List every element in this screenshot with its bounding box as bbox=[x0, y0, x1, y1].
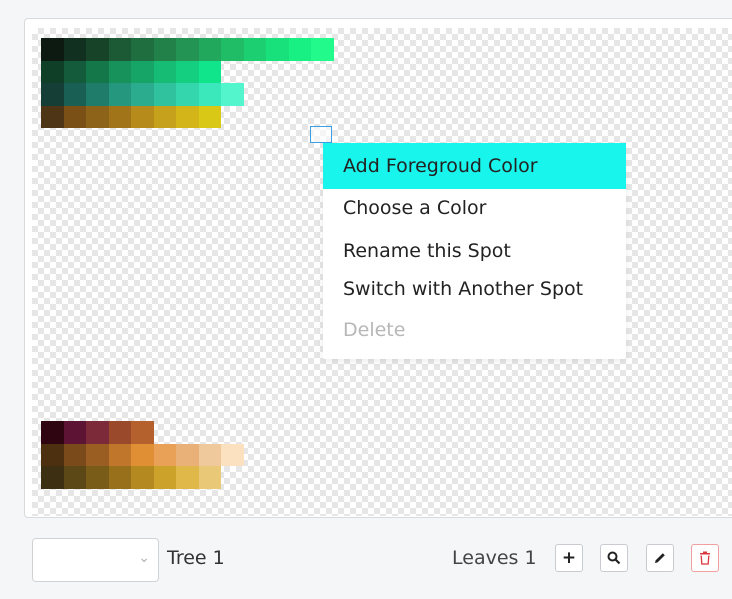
color-swatch[interactable] bbox=[311, 38, 334, 61]
color-swatch[interactable] bbox=[108, 105, 131, 128]
search-icon bbox=[607, 551, 621, 565]
edit-button[interactable] bbox=[646, 544, 674, 572]
color-swatch[interactable] bbox=[108, 466, 131, 489]
swatch-bottom-row bbox=[41, 421, 244, 444]
search-button[interactable] bbox=[600, 544, 628, 572]
color-swatch[interactable] bbox=[63, 466, 86, 489]
color-swatch[interactable] bbox=[176, 105, 199, 128]
color-swatch[interactable] bbox=[266, 38, 289, 61]
color-swatch[interactable] bbox=[63, 38, 86, 61]
tree-select[interactable]: ⌄ bbox=[32, 538, 159, 582]
color-swatch[interactable] bbox=[41, 443, 64, 466]
color-swatch[interactable] bbox=[108, 83, 131, 106]
color-swatch[interactable] bbox=[86, 60, 109, 83]
menu-item-add-foreground-color[interactable]: Add Foregroud Color bbox=[323, 143, 626, 189]
tree-label: Tree 1 bbox=[167, 547, 225, 569]
add-button[interactable]: + bbox=[555, 544, 583, 572]
color-swatch[interactable] bbox=[198, 105, 221, 128]
color-swatch[interactable] bbox=[108, 60, 131, 83]
plus-icon: + bbox=[561, 548, 577, 568]
delete-button[interactable] bbox=[691, 544, 719, 572]
swatch-group-top bbox=[41, 38, 334, 128]
color-swatch[interactable] bbox=[243, 38, 266, 61]
color-swatch[interactable] bbox=[153, 60, 176, 83]
color-swatch[interactable] bbox=[131, 421, 154, 444]
leaves-label: Leaves 1 bbox=[452, 547, 537, 569]
swatch-top-row bbox=[41, 83, 334, 106]
swatch-top-row bbox=[41, 60, 334, 83]
chevron-down-icon: ⌄ bbox=[138, 550, 150, 566]
color-swatch[interactable] bbox=[221, 443, 244, 466]
color-swatch[interactable] bbox=[86, 443, 109, 466]
color-swatch[interactable] bbox=[176, 83, 199, 106]
swatch-bottom-row bbox=[41, 443, 244, 466]
color-swatch[interactable] bbox=[41, 38, 64, 61]
color-swatch[interactable] bbox=[63, 443, 86, 466]
color-swatch[interactable] bbox=[131, 38, 154, 61]
color-swatch[interactable] bbox=[153, 83, 176, 106]
color-swatch[interactable] bbox=[131, 83, 154, 106]
color-swatch[interactable] bbox=[63, 421, 86, 444]
color-swatch[interactable] bbox=[131, 60, 154, 83]
selected-spot[interactable] bbox=[310, 126, 332, 143]
color-swatch[interactable] bbox=[86, 83, 109, 106]
color-swatch[interactable] bbox=[131, 443, 154, 466]
color-swatch[interactable] bbox=[63, 105, 86, 128]
color-swatch[interactable] bbox=[153, 443, 176, 466]
swatch-group-bottom bbox=[41, 421, 244, 489]
color-swatch[interactable] bbox=[288, 38, 311, 61]
color-swatch[interactable] bbox=[198, 443, 221, 466]
color-swatch[interactable] bbox=[86, 38, 109, 61]
swatch-bottom-row bbox=[41, 466, 244, 489]
menu-item-choose-color[interactable]: Choose a Color bbox=[323, 185, 626, 231]
color-swatch[interactable] bbox=[198, 60, 221, 83]
color-swatch[interactable] bbox=[108, 38, 131, 61]
color-swatch[interactable] bbox=[108, 421, 131, 444]
color-swatch[interactable] bbox=[153, 466, 176, 489]
color-swatch[interactable] bbox=[41, 466, 64, 489]
color-swatch[interactable] bbox=[131, 105, 154, 128]
color-swatch[interactable] bbox=[176, 466, 199, 489]
color-swatch[interactable] bbox=[198, 38, 221, 61]
menu-item-switch-spot[interactable]: Switch with Another Spot bbox=[323, 266, 626, 312]
trash-icon bbox=[700, 551, 710, 565]
color-swatch[interactable] bbox=[198, 466, 221, 489]
color-swatch[interactable] bbox=[41, 105, 64, 128]
color-swatch[interactable] bbox=[131, 466, 154, 489]
color-swatch[interactable] bbox=[63, 83, 86, 106]
menu-item-delete: Delete bbox=[343, 319, 406, 341]
color-swatch[interactable] bbox=[86, 466, 109, 489]
context-menu: Add Foregroud Color Choose a Color Renam… bbox=[323, 143, 626, 359]
swatch-top-row bbox=[41, 38, 334, 61]
color-swatch[interactable] bbox=[153, 105, 176, 128]
color-swatch[interactable] bbox=[86, 421, 109, 444]
color-swatch[interactable] bbox=[176, 443, 199, 466]
pencil-icon bbox=[655, 553, 665, 563]
color-swatch[interactable] bbox=[41, 83, 64, 106]
color-swatch[interactable] bbox=[41, 421, 64, 444]
color-swatch[interactable] bbox=[176, 60, 199, 83]
color-swatch[interactable] bbox=[41, 60, 64, 83]
color-swatch[interactable] bbox=[86, 105, 109, 128]
color-swatch[interactable] bbox=[198, 83, 221, 106]
color-swatch[interactable] bbox=[108, 443, 131, 466]
swatch-top-row bbox=[41, 105, 334, 128]
color-swatch[interactable] bbox=[221, 83, 244, 106]
color-swatch[interactable] bbox=[221, 38, 244, 61]
color-swatch[interactable] bbox=[176, 38, 199, 61]
color-swatch[interactable] bbox=[153, 38, 176, 61]
bottom-toolbar: ⌄ Tree 1 Leaves 1 + bbox=[0, 530, 732, 599]
color-swatch[interactable] bbox=[63, 60, 86, 83]
